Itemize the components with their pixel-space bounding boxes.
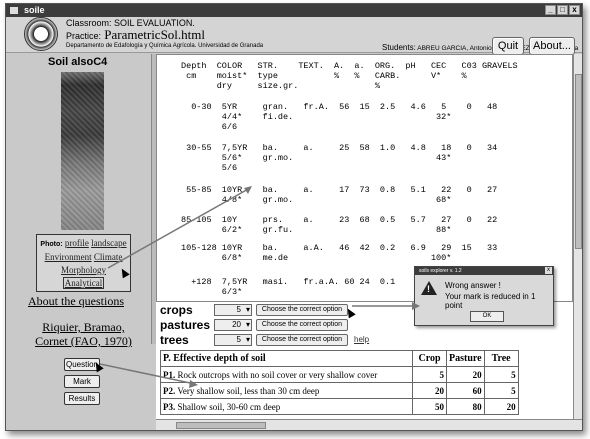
app-icon (10, 7, 18, 14)
table-cell: P2. Very shallow soil, less than 30 cm d… (160, 382, 413, 399)
dialog-title: soils explorer v. 1.2 (415, 267, 553, 275)
dialog-detail: Your mark is reduced in 1 point (445, 292, 536, 310)
about-button[interactable]: About... (529, 37, 575, 55)
analysis-header-2: cm moist* type % % CARB. V* % (181, 71, 467, 81)
app-window: soile _ □ x Classroom: SOIL EVALUATION. … (5, 3, 583, 431)
main-scrollbar[interactable] (573, 54, 582, 419)
hscrollbar-thumb[interactable] (176, 422, 266, 429)
table-cell: 5 (412, 366, 447, 383)
pastures-select[interactable]: 20 (214, 319, 252, 331)
table-cell: 80 (446, 398, 485, 415)
analysis-row: 85-105 10Y prs. a. 23 68 0.5 5.7 27 0 22 (181, 215, 498, 225)
university-logo (24, 17, 58, 51)
horizontal-scrollbar[interactable] (156, 419, 582, 430)
minimize-button[interactable]: _ (545, 5, 556, 15)
depth-table-panel: P. Effective depth of soil Crop Pasture … (156, 347, 573, 419)
table-cell: 20 (446, 366, 485, 383)
trees-choose-button[interactable]: Choose the correct option (256, 334, 348, 346)
table-cell: 20 (483, 398, 519, 415)
row-code: P1. (163, 369, 176, 380)
analysis-row: 6/8* me.de 100* (181, 253, 452, 263)
link-profile[interactable]: profile (65, 238, 89, 248)
students-label: Students: (382, 43, 416, 52)
crops-label: crops (160, 303, 193, 317)
row-code: P3. (163, 401, 176, 412)
table-header: Crop (412, 350, 447, 367)
analysis-row: 5/6* gr.mo. 43* (181, 153, 452, 163)
analysis-row: 5/6 (181, 163, 238, 173)
analysis-row: 30-55 7,5YR ba. a. 25 58 1.0 4.8 18 0 34 (181, 143, 498, 153)
row-text: Very shallow soil, less than 30 cm deep (177, 385, 320, 396)
practice-label: Practice: (66, 31, 102, 41)
crops-choose-button[interactable]: Choose the correct option (256, 304, 348, 316)
photo-label: Photo: (40, 241, 63, 248)
analysis-row: +128 7,5YR masi. fr.a.A. 60 24 0.1 (181, 277, 396, 287)
crops-select[interactable]: 5 (214, 304, 252, 316)
table-cell: 60 (446, 382, 485, 399)
row-text: Rock outcrops with no soil cover or very… (177, 369, 378, 380)
dialog-close-icon[interactable]: x (545, 267, 552, 274)
help-link[interactable]: help (354, 335, 369, 344)
sidebar: Soil alsoC4 Photo: profile landscape Env… (6, 54, 151, 430)
link-analytical[interactable]: Analytical (62, 277, 105, 289)
table-row: P2. Very shallow soil, less than 30 cm d… (160, 382, 519, 399)
about-questions-link[interactable]: About the questions (28, 294, 124, 309)
maximize-button[interactable]: □ (557, 5, 568, 15)
analysis-header-3: dry size.gr. % (181, 81, 380, 91)
soil-profile-photo (61, 72, 104, 230)
link-environment[interactable]: Environment (45, 252, 92, 262)
title-bar[interactable]: soile _ □ x (6, 4, 582, 17)
quit-button[interactable]: Quit (492, 37, 524, 55)
row-text: Shallow soil, 30-60 cm deep (177, 401, 281, 412)
reference-link[interactable]: Riquier, Bramao, Cornet (FAO, 1970) (26, 320, 141, 348)
trees-select[interactable]: 5 (214, 334, 252, 346)
analysis-row: 0-30 5YR gran. fr.A. 56 15 2.5 4.6 5 0 4… (181, 102, 498, 112)
table-header-row: P. Effective depth of soil Crop Pasture … (160, 350, 519, 367)
analysis-row: 4/4* fi.de. 32* (181, 112, 452, 122)
row-code: P2. (163, 385, 176, 396)
dialog-message: Wrong answer ! (445, 281, 501, 290)
table-header: Tree (483, 350, 519, 367)
analysis-header-1: Depth COLOR STR. TEXT. A. a. ORG. pH CEC… (181, 61, 518, 71)
table-row: P1. Rock outcrops with no soil cover or … (160, 366, 519, 383)
analysis-row: 105-128 10YR ba. a.A. 46 42 0.2 6.9 29 1… (181, 243, 498, 253)
link-morphology[interactable]: Morphology (61, 265, 106, 275)
photo-links-box: Photo: profile landscape Environment Cli… (36, 234, 131, 292)
header: Classroom: SOIL EVALUATION. Practice: Pa… (6, 17, 582, 55)
window-title: soile (24, 5, 45, 15)
table-cell: 20 (412, 382, 447, 399)
practice-line: Practice: ParametricSol.html (66, 27, 205, 43)
table-cell: P1. Rock outcrops with no soil cover or … (160, 366, 413, 383)
warning-dialog: soils explorer v. 1.2 x ! Wrong answer !… (414, 266, 554, 326)
scrollbar-thumb[interactable] (575, 74, 582, 249)
link-climate[interactable]: Climate (94, 252, 123, 262)
warning-icon: ! (421, 281, 437, 295)
table-cell: 50 (412, 398, 447, 415)
mark-button[interactable]: Mark (64, 375, 100, 388)
depth-table: P. Effective depth of soil Crop Pasture … (160, 350, 519, 415)
table-row: P3. Shallow soil, 30-60 cm deep 50 80 20 (160, 398, 519, 415)
analysis-row: 4/8* gr.mo. 68* (181, 195, 452, 205)
analysis-row: 6/2* gr.fu. 88* (181, 225, 452, 235)
link-landscape[interactable]: landscape (91, 238, 126, 248)
analysis-row: 6/3* (181, 287, 243, 297)
pastures-label: pastures (160, 318, 211, 332)
trees-label: trees (160, 333, 189, 347)
table-cell: 5 (483, 366, 519, 383)
pastures-choose-button[interactable]: Choose the correct option (256, 319, 348, 331)
analysis-row: 6/6 (181, 122, 238, 132)
soil-title: Soil alsoC4 (48, 56, 108, 68)
practice-value: ParametricSol.html (104, 27, 205, 42)
analysis-row: 55-85 10YR ba. a. 17 73 0.8 5.1 22 0 27 (181, 185, 498, 195)
table-header: P. Effective depth of soil (160, 350, 413, 367)
department-label: Departamento de Edafología y Química Agr… (66, 43, 264, 49)
table-cell: 5 (483, 382, 519, 399)
close-button[interactable]: x (569, 5, 580, 15)
results-button[interactable]: Results (64, 392, 100, 405)
table-cell: P3. Shallow soil, 30-60 cm deep (160, 398, 413, 415)
table-header: Pasture (446, 350, 485, 367)
analysis-panel: Depth COLOR STR. TEXT. A. a. ORG. pH CEC… (156, 54, 573, 302)
dialog-ok-button[interactable]: OK (470, 311, 504, 322)
